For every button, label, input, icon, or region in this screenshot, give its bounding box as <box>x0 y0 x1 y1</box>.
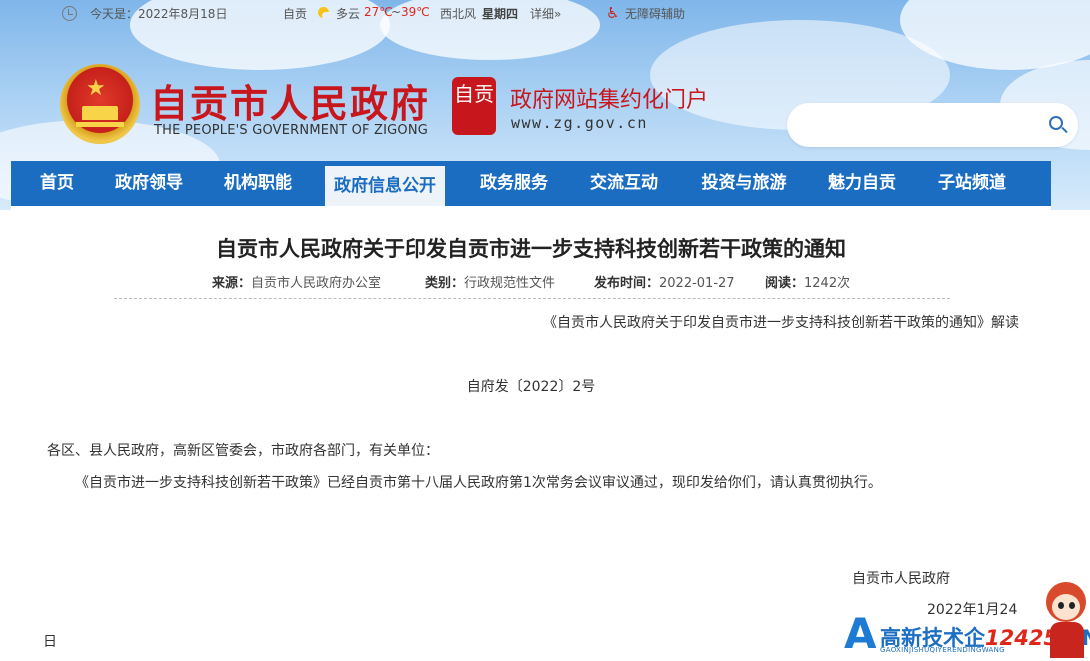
document-number: 自府发〔2022〕2号 <box>466 379 596 395</box>
top-info-bar: 今天是：2022年8月18日 自贡 多云 27℃ ~ 39℃ 西北风 星期四 详… <box>0 5 1090 25</box>
weather-city: 自贡 <box>283 7 308 21</box>
mascot-image <box>1042 576 1090 661</box>
interpretation-link[interactable]: 《自贡市人民政府关于印发自贡市进一步支持科技创新若干政策的通知》解读 <box>543 312 1019 332</box>
nav-item-info-disclosure[interactable]: 政府信息公开 <box>325 163 445 206</box>
nav-item-investment-tourism[interactable]: 投资与旅游 <box>689 161 799 206</box>
portal-url: www.zg.gov.cn <box>511 114 648 132</box>
wind-direction: 西北风 <box>440 7 477 21</box>
meta-date-value: 2022-01-27 <box>659 276 735 291</box>
meta-source: 来源：自贡市人民政府办公室 <box>212 272 381 291</box>
site-title-en: THE PEOPLE'S GOVERNMENT OF ZIGONG <box>154 123 429 138</box>
current-date: 今天是：2022年8月18日 <box>90 7 228 21</box>
article-body: 《自贡市进一步支持科技创新若干政策》已经自贡市第十八届人民政府第1次常务会议审议… <box>75 475 882 491</box>
nav-item-leaders[interactable]: 政府领导 <box>105 161 193 206</box>
meta-source-value: 自贡市人民政府办公室 <box>251 276 382 291</box>
meta-reads-value: 1242次 <box>804 276 851 291</box>
weekday: 星期四 <box>482 7 519 21</box>
meta-date-label: 发布时间： <box>594 276 660 291</box>
temp-separator: ~ <box>391 5 402 19</box>
nav-item-sub-sites[interactable]: 子站频道 <box>928 161 1016 206</box>
partly-cloudy-icon <box>318 7 334 19</box>
nav-item-interaction[interactable]: 交流互动 <box>580 161 668 206</box>
weather-detail-link[interactable]: 详细» <box>530 5 561 22</box>
nav-item-functions[interactable]: 机构职能 <box>214 161 302 206</box>
meta-source-label: 来源： <box>212 276 252 291</box>
site-title[interactable]: 自贡市人民政府 <box>150 73 430 128</box>
meta-category-label: 类别： <box>425 276 465 291</box>
meta-date: 发布时间：2022-01-27 <box>594 272 735 291</box>
accessibility-link[interactable]: 无障碍辅助 <box>625 5 685 22</box>
divider <box>114 298 950 299</box>
meta-reads: 阅读：1242次 <box>765 272 850 291</box>
wheelchair-icon[interactable]: ♿ <box>606 5 619 21</box>
zigong-seal-logo: 自贡 <box>452 77 496 135</box>
search-icon[interactable] <box>1049 116 1068 134</box>
national-emblem-logo: ★ <box>60 64 140 144</box>
article-title: 自贡市人民政府关于印发自贡市进一步支持科技创新若干政策的通知 <box>216 237 846 261</box>
portal-title: 政府网站集约化门户 <box>510 88 709 113</box>
main-nav: 首页 政府领导 机构职能 政府信息公开 政务服务 交流互动 投资与旅游 魅力自贡… <box>11 161 1051 206</box>
addressee: 各区、县人民政府，高新区管委会，市政府各部门，有关单位： <box>47 443 439 459</box>
meta-category: 类别：行政规范性文件 <box>425 272 555 291</box>
nav-item-gov-services[interactable]: 政务服务 <box>470 161 558 206</box>
temp-high: 39℃ <box>401 5 430 19</box>
meta-reads-label: 阅读： <box>765 276 805 291</box>
nav-item-home[interactable]: 首页 <box>28 161 86 206</box>
meta-category-value: 行政规范性文件 <box>464 276 556 291</box>
search-box <box>787 103 1078 147</box>
watermark-logo: A <box>844 609 877 658</box>
watermark-subtitle: GAOXINJISHUQIYERENDINGWANG <box>880 646 1005 654</box>
sign-date: 2022年1月24 <box>927 602 1018 618</box>
sign-date-tail: 日 <box>43 634 57 650</box>
temp-low: 27℃ <box>364 5 393 19</box>
weather-condition: 多云 <box>336 7 361 21</box>
search-input[interactable] <box>803 113 1033 137</box>
signature: 自贡市人民政府 <box>852 571 950 587</box>
clock-icon <box>62 6 77 21</box>
nav-item-charm-zigong[interactable]: 魅力自贡 <box>818 161 906 206</box>
